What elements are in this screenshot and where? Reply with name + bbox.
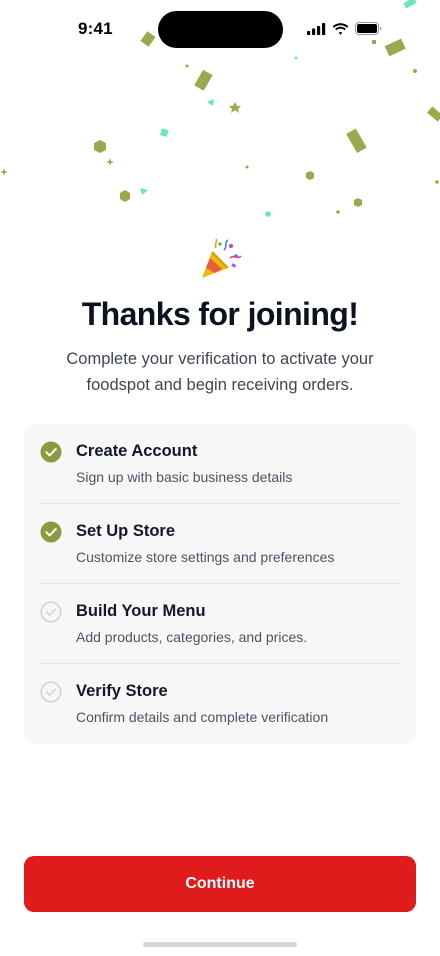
battery-icon [355, 22, 382, 35]
step-title: Set Up Store [76, 522, 176, 540]
status-icons [307, 22, 382, 35]
step-title: Create Account [76, 442, 198, 460]
status-time: 9:41 [78, 19, 113, 38]
status-bar: 9:41 [0, 0, 440, 60]
step-verify-store: Verify Store Confirm details and complet… [40, 664, 400, 744]
step-description: Confirm details and complete verificatio… [76, 709, 329, 725]
step-description: Customize store settings and preferences [76, 549, 335, 565]
check-circle-filled-icon [40, 521, 62, 543]
onboarding-steps-card: Create Account Sign up with basic busine… [24, 424, 416, 744]
step-set-up-store: Set Up Store Customize store settings an… [40, 504, 400, 584]
continue-button[interactable]: Continue [24, 856, 416, 912]
check-circle-filled-icon [40, 441, 62, 463]
home-indicator [143, 942, 297, 947]
dynamic-island [158, 11, 283, 48]
cellular-signal-icon [307, 22, 326, 35]
step-description: Add products, categories, and prices. [76, 629, 308, 645]
party-popper-icon [202, 238, 242, 278]
step-create-account: Create Account Sign up with basic busine… [40, 424, 400, 504]
check-circle-outline-icon [40, 601, 62, 623]
step-title: Build Your Menu [76, 602, 206, 620]
page-title: Thanks for joining! [81, 296, 359, 332]
step-description: Sign up with basic business details [76, 469, 293, 485]
page-subtitle: Complete your verification to activate y… [66, 350, 374, 394]
step-build-your-menu: Build Your Menu Add products, categories… [40, 584, 400, 664]
check-circle-outline-icon [40, 681, 62, 703]
step-title: Verify Store [76, 682, 168, 700]
wifi-icon [332, 22, 349, 35]
